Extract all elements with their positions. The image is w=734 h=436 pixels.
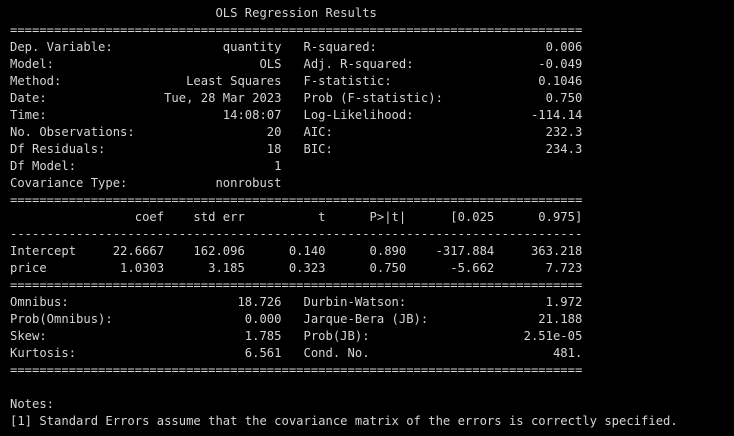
model-info-row: Time: 14:08:07 Log-Likelihood: -114.14: [10, 108, 583, 122]
model-info-row: Method: Least Squares F-statistic: 0.104…: [10, 74, 583, 88]
separator-line: ========================================…: [10, 193, 583, 207]
diagnostics-row: Skew: 1.785 Prob(JB): 2.51e-05: [10, 329, 583, 343]
coef-table-row: price 1.0303 3.185 0.323 0.750 -5.662 7.…: [10, 261, 583, 275]
model-info-row: Df Model: 1: [10, 159, 583, 173]
diagnostics-row: Omnibus: 18.726 Durbin-Watson: 1.972: [10, 295, 583, 309]
model-info-row: Covariance Type: nonrobust: [10, 176, 583, 190]
separator-line: ========================================…: [10, 363, 583, 377]
summary-title: OLS Regression Results: [10, 6, 583, 20]
terminal-output: OLS Regression Results =================…: [0, 0, 734, 436]
separator-line: ========================================…: [10, 23, 583, 37]
model-info-row: Date: Tue, 28 Mar 2023 Prob (F-statistic…: [10, 91, 583, 105]
model-info-row: Model: OLS Adj. R-squared: -0.049: [10, 57, 583, 71]
model-info-row: Df Residuals: 18 BIC: 234.3: [10, 142, 583, 156]
coef-table-row: Intercept 22.6667 162.096 0.140 0.890 -3…: [10, 244, 583, 258]
dashed-separator-line: ----------------------------------------…: [10, 227, 583, 241]
notes-text: [1] Standard Errors assume that the cova…: [10, 414, 678, 428]
separator-line: ========================================…: [10, 278, 583, 292]
diagnostics-row: Kurtosis: 6.561 Cond. No. 481.: [10, 346, 583, 360]
diagnostics-row: Prob(Omnibus): 0.000 Jarque-Bera (JB): 2…: [10, 312, 583, 326]
coef-table-header: coef std err t P>|t| [0.025 0.975]: [10, 210, 583, 224]
notes-heading: Notes:: [10, 397, 55, 411]
model-info-row: No. Observations: 20 AIC: 232.3: [10, 125, 583, 139]
model-info-row: Dep. Variable: quantity R-squared: 0.006: [10, 40, 583, 54]
